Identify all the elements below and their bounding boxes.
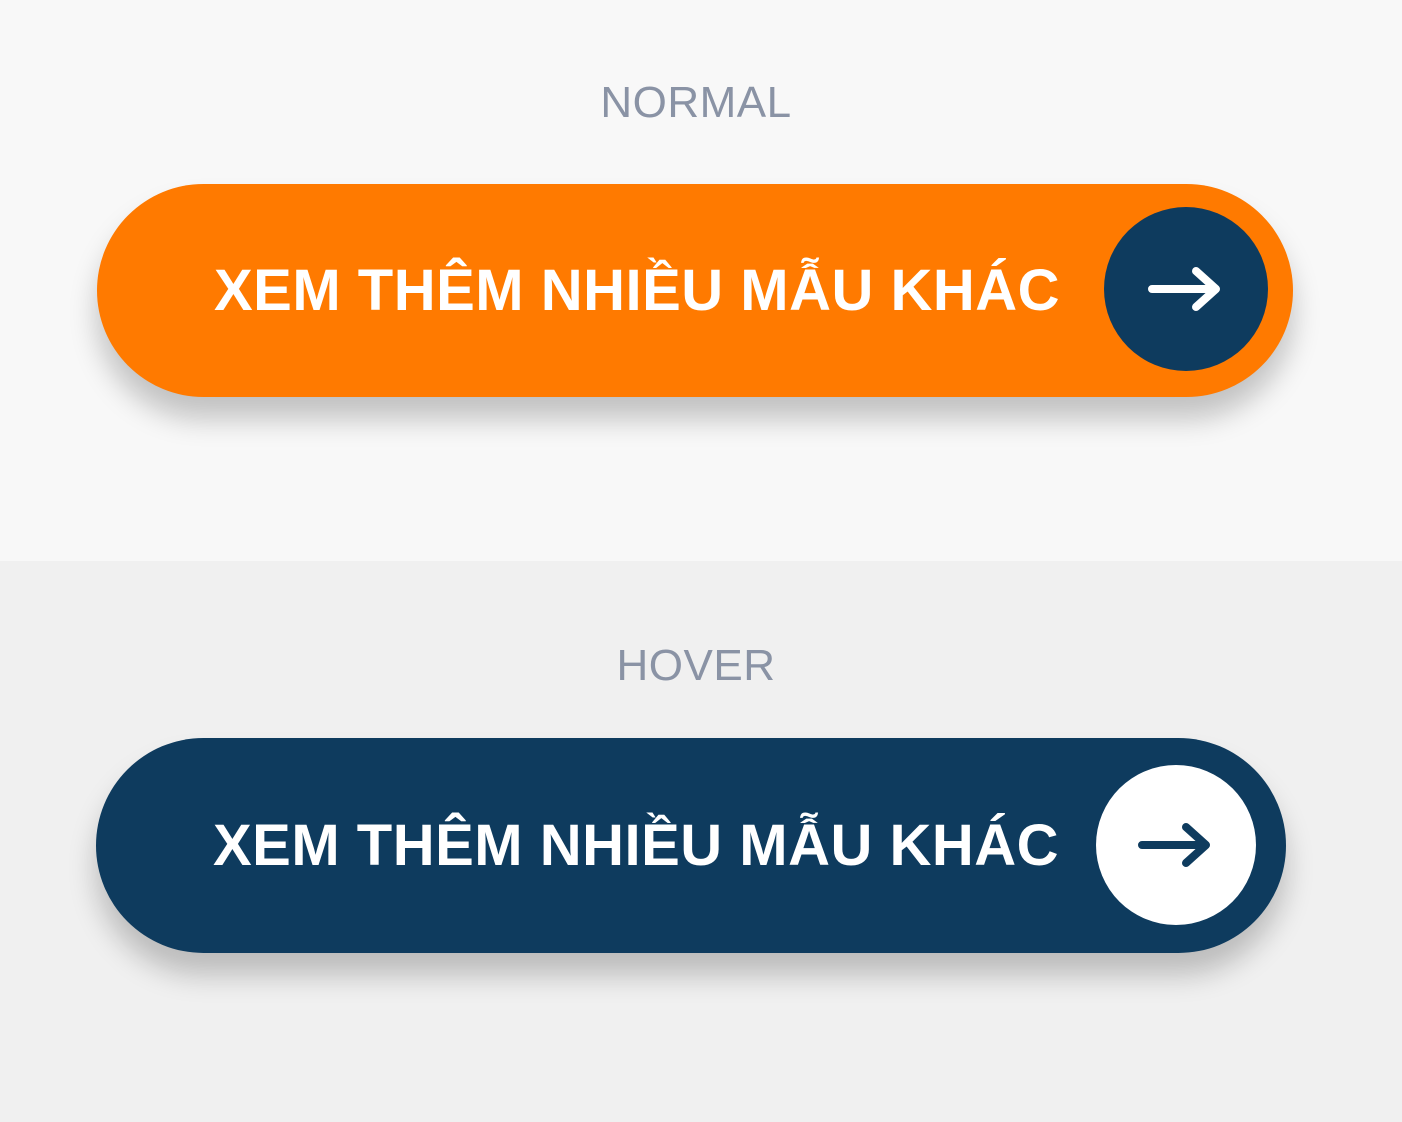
normal-state-panel: NORMAL XEM THÊM NHIỀU MẪU KHÁC xyxy=(0,0,1402,561)
state-label-hover: HOVER xyxy=(616,641,776,690)
arrow-right-icon xyxy=(1138,823,1210,867)
arrow-circle xyxy=(1104,207,1268,371)
view-more-button-normal[interactable]: XEM THÊM NHIỀU MẪU KHÁC xyxy=(97,184,1293,397)
view-more-button-label: XEM THÊM NHIỀU MẪU KHÁC xyxy=(213,813,1060,878)
arrow-circle xyxy=(1096,765,1256,925)
view-more-button-label: XEM THÊM NHIỀU MẪU KHÁC xyxy=(214,258,1061,323)
arrow-right-icon xyxy=(1148,267,1220,311)
view-more-button-hover[interactable]: XEM THÊM NHIỀU MẪU KHÁC xyxy=(96,738,1286,953)
state-label-normal: NORMAL xyxy=(600,78,792,127)
hover-state-panel: HOVER XEM THÊM NHIỀU MẪU KHÁC xyxy=(0,561,1402,1122)
